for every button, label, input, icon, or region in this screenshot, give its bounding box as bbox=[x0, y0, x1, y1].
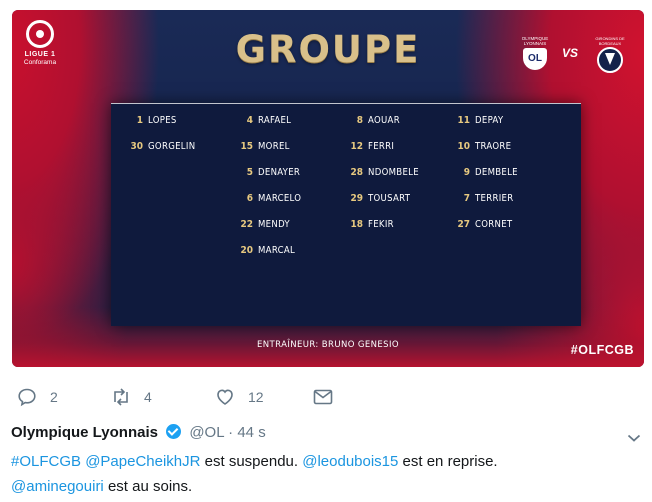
reply-count: 2 bbox=[50, 389, 58, 405]
player-number: 27 bbox=[457, 219, 470, 230]
player-number: 4 bbox=[246, 115, 253, 126]
player-number: 8 bbox=[356, 115, 363, 126]
tweet-actions: 2 4 12 bbox=[16, 384, 636, 410]
player-name: MARCAL bbox=[258, 245, 296, 256]
author-name[interactable]: Olympique Lyonnais bbox=[11, 424, 158, 441]
verified-badge-icon bbox=[166, 424, 182, 439]
versus-label: VS bbox=[562, 46, 579, 60]
squad-column-goalkeepers: 1 LOPES 30 GORGELIN bbox=[111, 115, 221, 167]
tweet: Olympique Lyonnais @OL · 44 s #OLFCGB @P… bbox=[0, 414, 652, 502]
squad-player: 27 CORNET bbox=[438, 219, 548, 245]
player-name: TOUSART bbox=[368, 193, 411, 204]
tweet-text: #OLFCGB @PapeCheikhJR est suspendu. @leo… bbox=[11, 449, 631, 499]
lyon-crest-letters: OL bbox=[528, 53, 542, 64]
squad-player: 5 DENAYER bbox=[221, 167, 331, 193]
squad-player: 15 MOREL bbox=[221, 141, 331, 167]
squad-player: 28 NDOMBELE bbox=[331, 167, 441, 193]
tweet-media-image[interactable]: LIGUE 1 Conforama GROUPE OLYMPIQUE LYONN… bbox=[12, 10, 644, 367]
like-button[interactable]: 12 bbox=[214, 384, 264, 410]
player-number: 20 bbox=[240, 245, 253, 256]
player-name: GORGELIN bbox=[148, 141, 196, 152]
player-number: 1 bbox=[136, 115, 143, 126]
player-name: TRAORE bbox=[475, 141, 512, 152]
envelope-icon bbox=[312, 386, 334, 408]
player-number: 6 bbox=[246, 193, 253, 204]
lyon-crest-icon: OLYMPIQUE LYONNAIS OL bbox=[520, 36, 550, 70]
player-number: 10 bbox=[457, 141, 470, 152]
player-number: 5 bbox=[246, 167, 253, 178]
player-number: 28 bbox=[350, 167, 363, 178]
squad-player: 29 TOUSART bbox=[331, 193, 441, 219]
player-name: DEPAY bbox=[475, 115, 504, 126]
squad-player: 9 DEMBELE bbox=[438, 167, 548, 193]
player-name: CORNET bbox=[475, 219, 513, 230]
player-number: 9 bbox=[463, 167, 470, 178]
mention-link[interactable]: @PapeCheikhJR bbox=[85, 453, 200, 470]
tweet-menu-chevron-icon[interactable] bbox=[626, 430, 642, 446]
player-name: AOUAR bbox=[368, 115, 400, 126]
player-number: 11 bbox=[457, 115, 470, 126]
bordeaux-crest-text: GIRONDINS DE BORDEAUX bbox=[595, 36, 625, 46]
squad-panel: 1 LOPES 30 GORGELIN 4 RAFAEL 15 MOREL 5 DENAYER 6… bbox=[111, 103, 581, 326]
direct-message-button[interactable] bbox=[312, 384, 346, 410]
squad-player: 4 RAFAEL bbox=[221, 115, 331, 141]
retweet-icon bbox=[110, 386, 132, 408]
player-number: 29 bbox=[350, 193, 363, 204]
heart-icon bbox=[214, 386, 236, 408]
player-name: MARCELO bbox=[258, 193, 302, 204]
tweet-timestamp[interactable]: 44 s bbox=[237, 424, 265, 441]
squad-player: 6 MARCELO bbox=[221, 193, 331, 219]
player-name: NDOMBELE bbox=[368, 167, 419, 178]
squad-player: 18 FEKIR bbox=[331, 219, 441, 245]
squad-column-midfielders: 8 AOUAR 12 FERRI 28 NDOMBELE 29 TOUSART 18 FEKIR bbox=[331, 115, 441, 245]
player-number: 18 bbox=[350, 219, 363, 230]
media-hashtag: #OLFCGB bbox=[570, 343, 634, 357]
player-number: 15 bbox=[240, 141, 253, 152]
coach-label: ENTRAÎNEUR: BRUNO GENESIO bbox=[257, 340, 399, 350]
header-separator: · bbox=[228, 424, 234, 441]
tweet-header: Olympique Lyonnais @OL · 44 s bbox=[11, 424, 266, 441]
player-number: 22 bbox=[240, 219, 253, 230]
squad-column-defenders: 4 RAFAEL 15 MOREL 5 DENAYER 6 MARCELO 22 MENDY 20 M… bbox=[221, 115, 331, 271]
like-count: 12 bbox=[248, 389, 264, 405]
player-number: 30 bbox=[130, 141, 143, 152]
player-name: FERRI bbox=[368, 141, 395, 152]
retweet-button[interactable]: 4 bbox=[110, 384, 152, 410]
retweet-count: 4 bbox=[144, 389, 152, 405]
squad-player: 1 LOPES bbox=[111, 115, 221, 141]
player-name: DENAYER bbox=[258, 167, 301, 178]
squad-column-forwards: 11 DEPAY 10 TRAORE 9 DEMBELE 7 TERRIER 27 CORNET bbox=[438, 115, 548, 245]
player-name: RAFAEL bbox=[258, 115, 292, 126]
lyon-crest-text: OLYMPIQUE LYONNAIS bbox=[521, 36, 549, 46]
squad-player: 20 MARCAL bbox=[221, 245, 331, 271]
player-name: MOREL bbox=[258, 141, 290, 152]
squad-player: 8 AOUAR bbox=[331, 115, 441, 141]
hashtag-link[interactable]: #OLFCGB bbox=[11, 453, 81, 470]
squad-player: 11 DEPAY bbox=[438, 115, 548, 141]
reply-icon bbox=[16, 386, 38, 408]
tweet-text-segment: est en reprise. bbox=[398, 453, 498, 470]
squad-player: 7 TERRIER bbox=[438, 193, 548, 219]
player-name: LOPES bbox=[148, 115, 177, 126]
player-name: MENDY bbox=[258, 219, 290, 230]
squad-player: 12 FERRI bbox=[331, 141, 441, 167]
player-number: 12 bbox=[350, 141, 363, 152]
player-name: FEKIR bbox=[368, 219, 394, 230]
squad-player: 22 MENDY bbox=[221, 219, 331, 245]
mention-link[interactable]: @aminegouiri bbox=[11, 478, 104, 495]
mention-link[interactable]: @leodubois15 bbox=[302, 453, 398, 470]
reply-button[interactable]: 2 bbox=[16, 384, 58, 410]
tweet-text-segment: est suspendu. bbox=[200, 453, 303, 470]
tweet-text-segment: est au soins. bbox=[103, 478, 193, 495]
match-crests: OLYMPIQUE LYONNAIS OL VS GIRONDINS DE BO… bbox=[520, 36, 630, 73]
player-name: TERRIER bbox=[475, 193, 514, 204]
squad-player: 10 TRAORE bbox=[438, 141, 548, 167]
player-name: DEMBELE bbox=[475, 167, 518, 178]
author-handle[interactable]: @OL bbox=[189, 424, 224, 441]
squad-player: 30 GORGELIN bbox=[111, 141, 221, 167]
player-number: 7 bbox=[463, 193, 470, 204]
bordeaux-crest-icon: GIRONDINS DE BORDEAUX bbox=[594, 36, 626, 73]
